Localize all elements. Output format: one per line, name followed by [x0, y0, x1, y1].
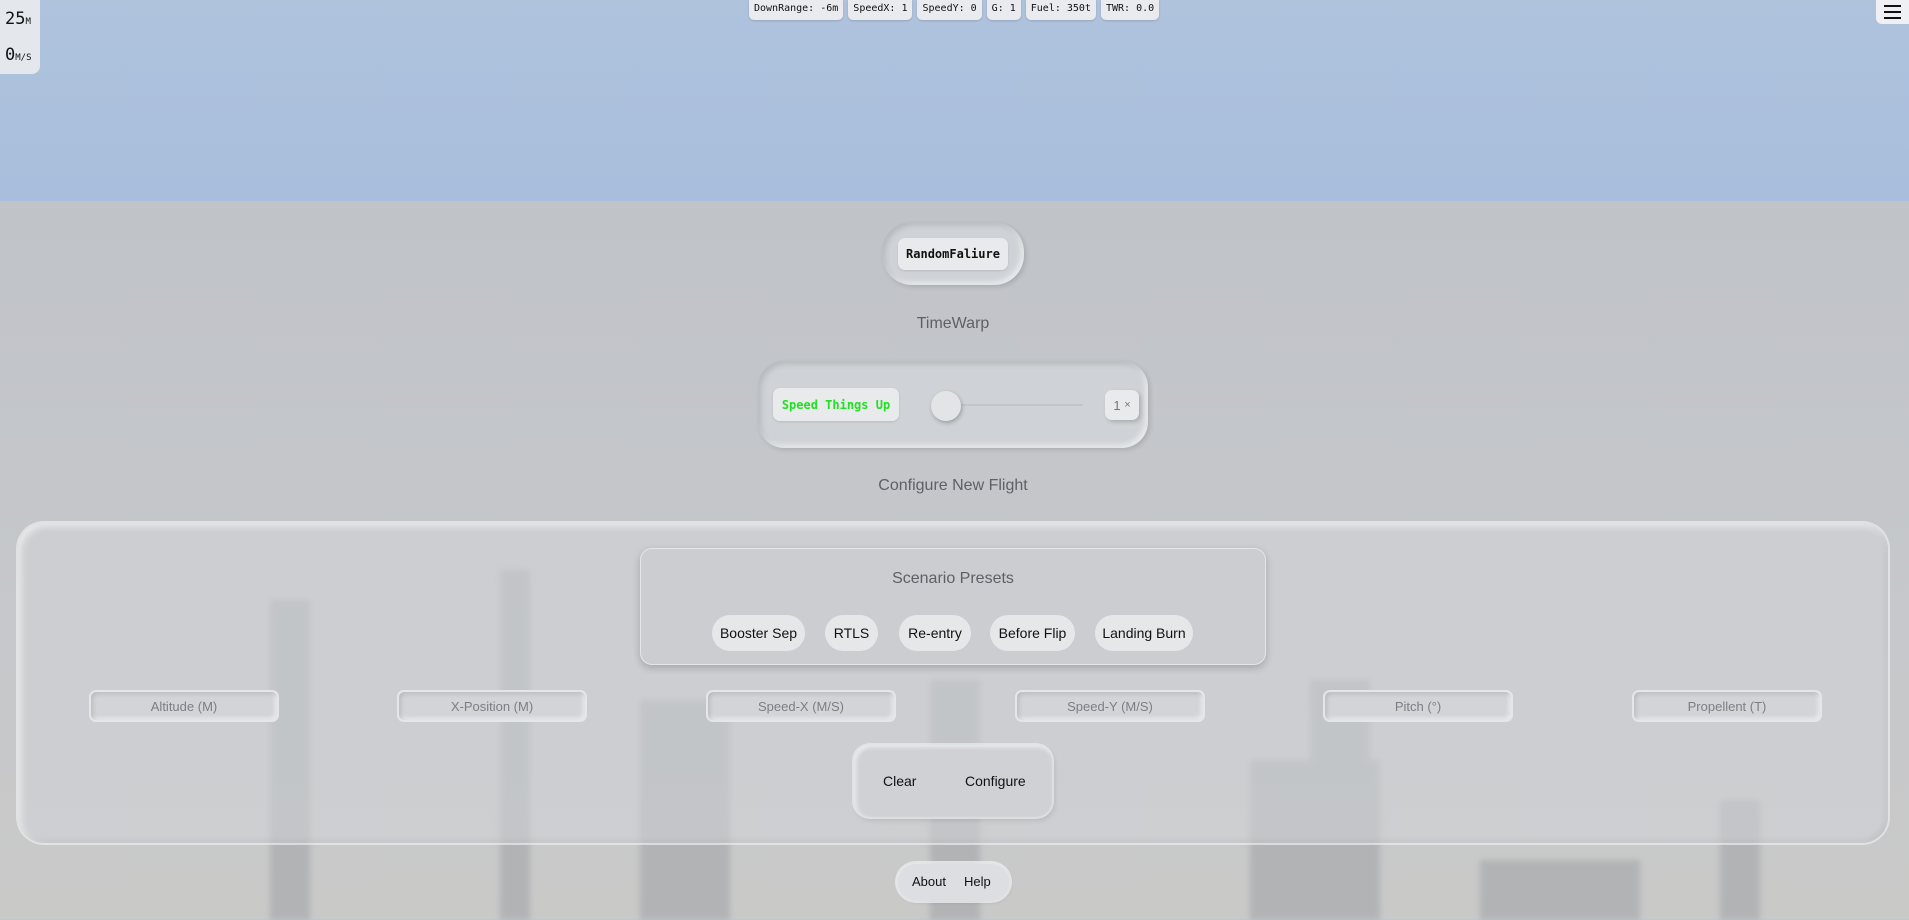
speed-readout: 0M/S [5, 45, 32, 65]
timewarp-heading: TimeWarp [916, 315, 990, 332]
timewarp-multiplier: 1 × [1105, 390, 1139, 420]
propellent-input[interactable] [1634, 692, 1820, 720]
slider-thumb[interactable] [931, 391, 961, 421]
multiplier-symbol: × [1124, 399, 1131, 411]
sky-background [0, 0, 1909, 201]
configure-button[interactable]: Configure [965, 773, 1026, 789]
speed-value: 0 [5, 45, 16, 65]
stat-twr: TWR: 0.0 [1100, 0, 1160, 20]
configure-heading: Configure New Flight [878, 477, 1028, 494]
speed-x-input[interactable] [708, 692, 894, 720]
hamburger-menu-icon[interactable] [1876, 0, 1909, 24]
scenario-presets-heading: Scenario Presets [892, 570, 1014, 587]
preset-rtls-button[interactable]: RTLS [825, 615, 878, 651]
clear-button[interactable]: Clear [883, 773, 916, 789]
random-failure-button[interactable]: RandomFaliure [898, 238, 1008, 270]
timewarp-slider[interactable] [931, 391, 1083, 421]
altitude-readout: 25M [5, 9, 31, 29]
stat-downrange: DownRange: -6m [749, 0, 844, 20]
about-link[interactable]: About [912, 874, 946, 889]
help-link[interactable]: Help [964, 874, 991, 889]
x-position-input[interactable] [399, 692, 585, 720]
altitude-unit: M [25, 17, 31, 27]
speed-things-up-button[interactable]: Speed Things Up [773, 388, 899, 421]
altitude-input[interactable] [91, 692, 277, 720]
preset-reentry-button[interactable]: Re-entry [899, 615, 971, 651]
altitude-speed-hud: 25M 0M/S [0, 0, 40, 74]
flight-stats-bar: DownRange: -6m SpeedX: 1 SpeedY: 0 G: 1 … [749, 0, 1160, 20]
altitude-value: 25 [5, 9, 26, 29]
preset-landing-burn-button[interactable]: Landing Burn [1095, 615, 1193, 651]
stat-speed-x: SpeedX: 1 [848, 0, 913, 20]
stat-speed-y: SpeedY: 0 [917, 0, 982, 20]
stat-g: G: 1 [986, 0, 1021, 20]
speed-y-input[interactable] [1017, 692, 1203, 720]
timewarp-value: 1 [1113, 397, 1121, 413]
stat-fuel: Fuel: 350t [1025, 0, 1096, 20]
pitch-input[interactable] [1325, 692, 1511, 720]
preset-booster-sep-button[interactable]: Booster Sep [712, 615, 805, 651]
preset-before-flip-button[interactable]: Before Flip [990, 615, 1075, 651]
speed-unit: M/S [15, 53, 32, 63]
